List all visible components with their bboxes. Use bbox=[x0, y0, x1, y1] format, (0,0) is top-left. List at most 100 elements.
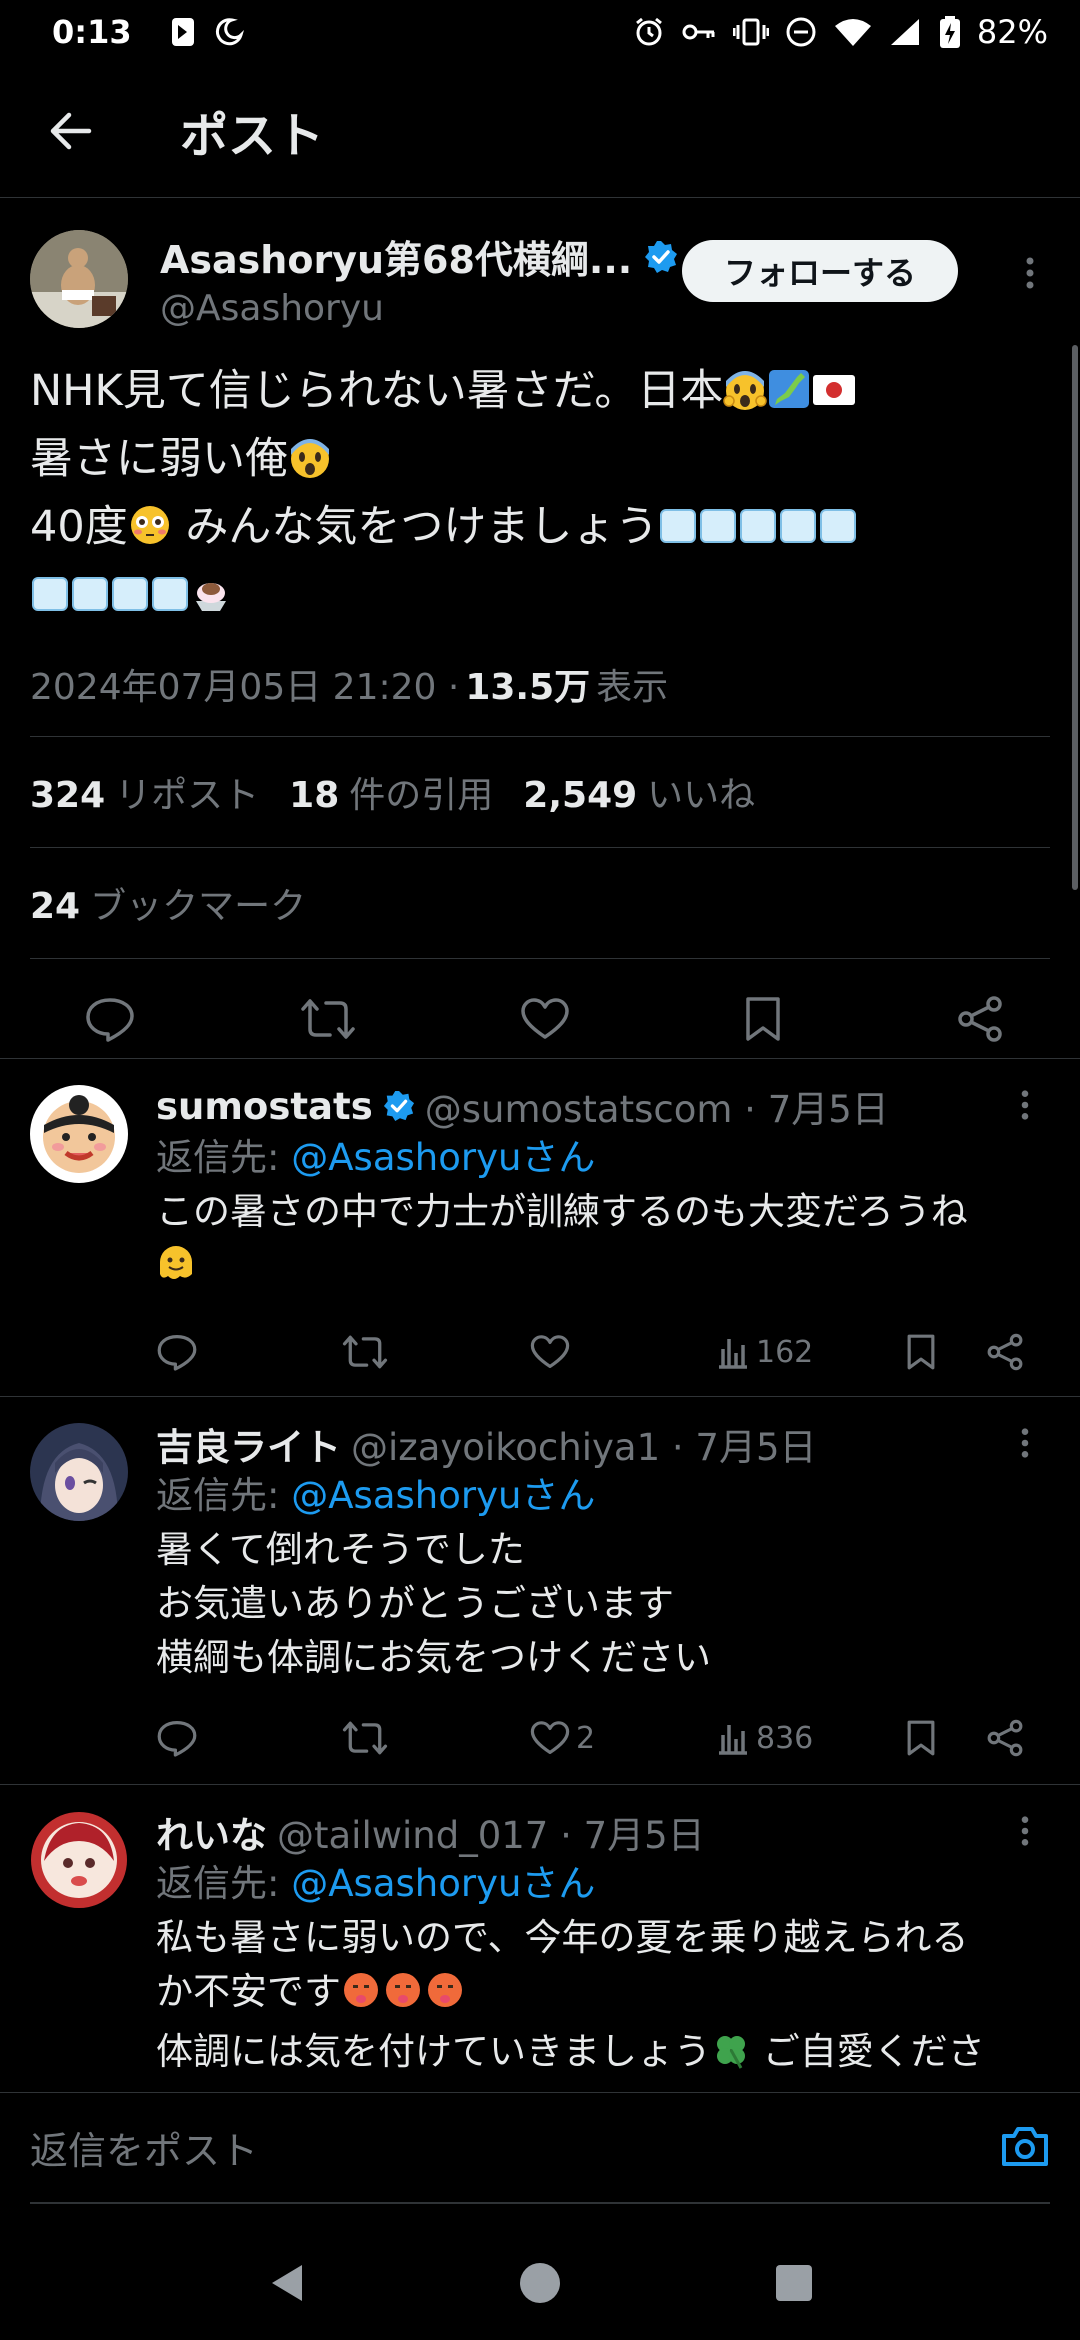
nav-recents-button[interactable] bbox=[774, 2263, 814, 2307]
views-label: 表示 bbox=[596, 667, 669, 708]
square-recents-icon bbox=[776, 2265, 812, 2301]
battery-percent: 82% bbox=[976, 13, 1048, 51]
bookmark-button[interactable] bbox=[733, 989, 793, 1049]
author-avatar[interactable] bbox=[30, 230, 128, 328]
likes-stat[interactable]: 2,549 いいね bbox=[523, 766, 755, 818]
reply-line: 体調には気を付けていきましょう bbox=[156, 2030, 711, 2073]
reply-like-button[interactable]: 2 bbox=[530, 1720, 595, 1756]
camera-button[interactable] bbox=[1000, 2124, 1050, 2172]
back-button[interactable] bbox=[0, 64, 140, 198]
nav-back-button[interactable] bbox=[266, 2261, 306, 2309]
like-button[interactable] bbox=[515, 989, 575, 1049]
japan-flag-emoji-icon bbox=[811, 366, 857, 428]
reply-view-count: 162 bbox=[756, 1334, 814, 1370]
reply-author-name[interactable]: 吉良ライト bbox=[156, 1417, 341, 1471]
engagement-stats: 324 リポスト 18 件の引用 2,549 いいね bbox=[30, 737, 1050, 847]
reply-share-button[interactable] bbox=[986, 1333, 1024, 1371]
author-handle[interactable]: @Asashoryu bbox=[160, 288, 678, 329]
triangle-back-icon bbox=[272, 2265, 302, 2301]
post-line-1: NHK見て信じられない暑さだ。日本 bbox=[30, 366, 724, 416]
reply-view-count: 836 bbox=[756, 1720, 814, 1756]
quotes-stat[interactable]: 18 件の引用 bbox=[289, 766, 493, 818]
scrollbar-thumb[interactable] bbox=[1072, 345, 1078, 890]
screaming-face-emoji-icon bbox=[288, 434, 332, 496]
post-meta: 2024年07月05日 21:20 · 13.5万 表示 bbox=[30, 656, 1050, 712]
hot-face-emoji-row-icon bbox=[341, 1970, 467, 2025]
reply-button[interactable] bbox=[80, 989, 140, 1049]
reply-bookmark-button[interactable] bbox=[906, 1719, 936, 1757]
reply-compose-bar[interactable]: 返信をポスト bbox=[0, 2092, 1080, 2202]
reply-reply-button[interactable] bbox=[156, 1333, 198, 1371]
top-app-bar: ポスト bbox=[0, 64, 1080, 198]
share-button[interactable] bbox=[950, 989, 1010, 1049]
reply-more-options-button[interactable] bbox=[1020, 1815, 1030, 1851]
reposts-stat[interactable]: 324 リポスト bbox=[30, 766, 259, 818]
bookmark-icon bbox=[907, 1720, 935, 1756]
follow-button[interactable]: フォローする bbox=[682, 240, 958, 302]
status-time: 0:13 bbox=[52, 13, 132, 51]
reply-bubble-icon bbox=[86, 998, 134, 1042]
reply-item[interactable]: sumostats @sumostatscom · 7月5日 返信先: @Asa… bbox=[0, 1058, 1080, 1396]
reply-item[interactable]: れいな @tailwind_017 · 7月5日 返信先: @Asashoryu… bbox=[0, 1784, 1080, 2092]
more-vertical-icon bbox=[1026, 257, 1034, 289]
more-options-button[interactable] bbox=[1010, 248, 1050, 298]
reply-author-name[interactable]: れいな bbox=[156, 1805, 267, 1859]
reply-avatar[interactable] bbox=[30, 1085, 128, 1183]
reply-repost-button[interactable] bbox=[342, 1334, 388, 1370]
replying-to: 返信先: @Asashoryuさん bbox=[156, 1136, 596, 1179]
reply-like-button[interactable] bbox=[530, 1334, 576, 1370]
mention-link[interactable]: @Asashoryuさん bbox=[291, 1136, 595, 1179]
screaming-face-emoji-icon bbox=[723, 366, 768, 428]
reply-author-handle[interactable]: @izayoikochiya1 · 7月5日 bbox=[351, 1417, 816, 1471]
reply-line: この暑さの中で力士が訓練するのも大変だろうね bbox=[156, 1190, 968, 1233]
mention-link[interactable]: @Asashoryuさん bbox=[291, 1862, 595, 1905]
reply-views-button[interactable]: 162 bbox=[716, 1335, 813, 1370]
share-icon bbox=[987, 1719, 1023, 1757]
reply-line: 横綱も体調にお気をつけください bbox=[156, 1636, 711, 1679]
repost-icon bbox=[342, 1335, 388, 1369]
post-line-4: みんな気をつけましょう bbox=[171, 502, 659, 552]
nav-home-button[interactable] bbox=[518, 2261, 562, 2309]
page-title: ポスト bbox=[180, 107, 325, 164]
reply-author-name[interactable]: sumostats bbox=[156, 1085, 373, 1128]
reply-bookmark-button[interactable] bbox=[906, 1333, 936, 1371]
heart-icon bbox=[530, 1335, 570, 1368]
battery-charging-icon bbox=[939, 15, 961, 49]
reply-line: 暑くて倒れそうでした bbox=[156, 1528, 525, 1571]
post-text: NHK見て信じられない暑さだ。日本 暑さに弱い俺 40度 みんな気をつけましょう bbox=[30, 360, 1050, 632]
reply-reply-button[interactable] bbox=[156, 1719, 198, 1757]
reply-avatar[interactable] bbox=[30, 1811, 128, 1909]
share-icon bbox=[987, 1333, 1023, 1371]
author-names: Asashoryu第68代横綱... @Asashoryu bbox=[160, 229, 678, 329]
reply-author-handle[interactable]: @tailwind_017 · 7月5日 bbox=[277, 1805, 705, 1859]
mention-link[interactable]: @Asashoryuさん bbox=[291, 1474, 595, 1517]
wifi-icon bbox=[833, 17, 873, 47]
bookmark-icon bbox=[745, 997, 780, 1041]
reply-bubble-icon bbox=[157, 1721, 197, 1757]
views-count: 13.5万 bbox=[465, 667, 591, 708]
reply-repost-button[interactable] bbox=[342, 1720, 388, 1756]
reply-more-options-button[interactable] bbox=[1020, 1427, 1030, 1463]
reply-avatar[interactable] bbox=[30, 1423, 128, 1521]
reply-author-handle[interactable]: @sumostatscom · 7月5日 bbox=[425, 1079, 889, 1133]
more-vertical-icon bbox=[1021, 1090, 1029, 1120]
share-icon bbox=[958, 996, 1002, 1042]
reply-share-button[interactable] bbox=[986, 1719, 1024, 1757]
flushed-face-emoji-icon bbox=[128, 502, 172, 564]
reply-views-button[interactable]: 836 bbox=[716, 1721, 813, 1756]
author-name[interactable]: Asashoryu第68代横綱... bbox=[160, 229, 632, 284]
reply-compose-input[interactable]: 返信をポスト bbox=[30, 2120, 258, 2175]
reply-more-options-button[interactable] bbox=[1020, 1089, 1030, 1125]
repost-button[interactable] bbox=[298, 989, 358, 1049]
repost-icon bbox=[300, 999, 355, 1039]
heart-icon bbox=[530, 1721, 570, 1754]
reply-item[interactable]: 吉良ライト @izayoikochiya1 · 7月5日 返信先: @Asash… bbox=[0, 1396, 1080, 1784]
author-row: Asashoryu第68代横綱... @Asashoryu フォローする bbox=[30, 198, 1050, 360]
melting-face-emoji-icon bbox=[156, 1244, 196, 1299]
media-notification-icon bbox=[170, 16, 196, 48]
analytics-bar-icon bbox=[719, 1339, 747, 1369]
ice-cube-and-shaved-ice-emoji-row-icon bbox=[30, 570, 230, 620]
reply-line: 私も暑さに弱いので、今年の夏を乗り越えられる bbox=[156, 1916, 969, 1959]
bookmark-icon bbox=[907, 1334, 935, 1370]
bookmarks-stat[interactable]: 24 ブックマーク bbox=[30, 877, 306, 929]
